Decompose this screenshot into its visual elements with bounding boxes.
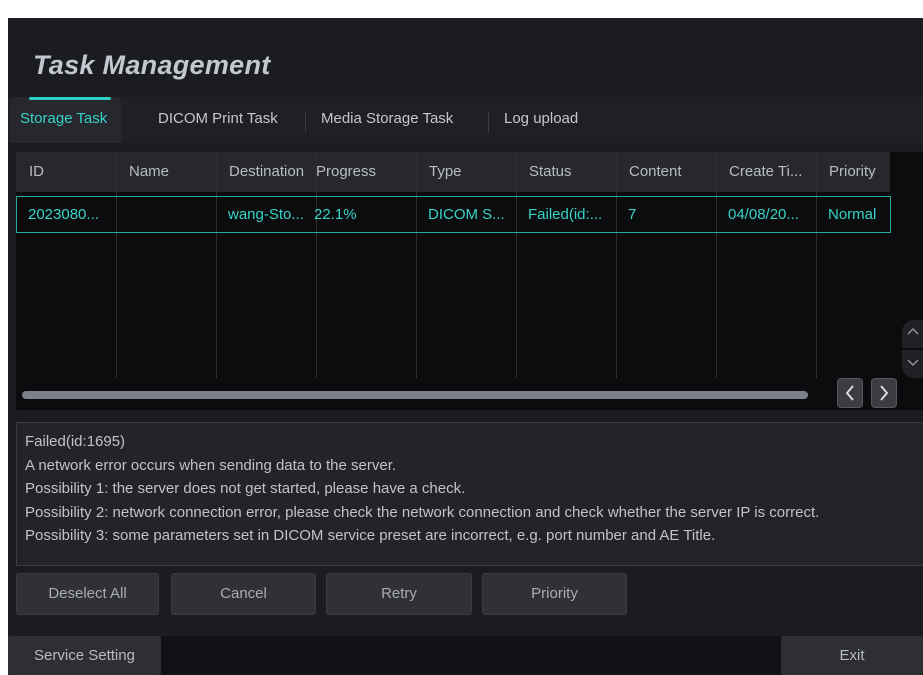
- column-divider: [716, 152, 717, 378]
- table-row[interactable]: 2023080... wang-Sto... 22.1% DICOM S... …: [16, 196, 891, 233]
- tab-log-upload[interactable]: Log upload: [504, 97, 578, 143]
- chevron-right-icon: [880, 385, 889, 401]
- column-header-type[interactable]: Type: [416, 152, 516, 192]
- cancel-button[interactable]: Cancel: [171, 573, 316, 615]
- column-divider: [516, 152, 517, 378]
- horizontal-scrollbar[interactable]: [22, 391, 808, 399]
- column-header-priority[interactable]: Priority: [816, 152, 891, 192]
- column-divider: [416, 152, 417, 378]
- column-divider: [816, 152, 817, 378]
- tab-bar: Storage Task DICOM Print Task Media Stor…: [8, 97, 923, 143]
- message-line: A network error occurs when sending data…: [25, 456, 397, 474]
- tab-storage-task[interactable]: Storage Task: [10, 97, 123, 143]
- column-header-id[interactable]: ID: [16, 152, 116, 192]
- task-table: ID Name Destination Progress Type Status…: [16, 152, 923, 410]
- chevron-left-icon: [845, 385, 854, 401]
- column-header-name[interactable]: Name: [116, 152, 216, 192]
- previous-page-button[interactable]: [837, 378, 863, 408]
- deselect-all-button[interactable]: Deselect All: [16, 573, 159, 615]
- message-line: Possibility 2: network connection error,…: [25, 503, 820, 521]
- cell-destination: wang-Sto...: [228, 206, 304, 223]
- task-error-message: Failed(id:1695) A network error occurs w…: [16, 422, 923, 566]
- column-divider: [116, 152, 117, 378]
- task-management-window: Task Management Storage Task DICOM Print…: [8, 18, 923, 675]
- window-title: Task Management: [33, 50, 271, 80]
- message-line: Possibility 3: some parameters set in DI…: [25, 527, 716, 544]
- cell-progress: 22.1%: [314, 206, 357, 223]
- cell-content: 7: [628, 206, 637, 223]
- column-divider: [616, 152, 617, 378]
- message-line: Possibility 1: the server does not get s…: [25, 480, 466, 497]
- cell-create-time: 04/08/20...: [728, 206, 799, 223]
- column-header-destination[interactable]: Destination: [216, 152, 316, 192]
- tab-divider: [488, 111, 489, 133]
- tab-label: Storage Task: [20, 110, 108, 127]
- column-header-status[interactable]: Status: [516, 152, 616, 192]
- cell-status: Failed(id:...: [528, 206, 603, 223]
- service-setting-button[interactable]: Service Setting: [8, 636, 161, 675]
- tab-media-storage-task[interactable]: Media Storage Task: [321, 97, 453, 143]
- scroll-up-button[interactable]: [902, 320, 923, 348]
- tab-divider: [305, 111, 306, 133]
- exit-button[interactable]: Exit: [781, 636, 923, 675]
- tab-dicom-print-task[interactable]: DICOM Print Task: [158, 97, 278, 143]
- priority-button[interactable]: Priority: [482, 573, 627, 615]
- footer-bar: Service Setting Exit: [8, 636, 923, 675]
- chevron-up-icon: [906, 327, 919, 335]
- active-tab-indicator: [29, 97, 111, 100]
- column-header-create-time[interactable]: Create Ti...: [716, 152, 816, 192]
- message-line: Failed(id:1695): [25, 433, 126, 450]
- cell-name: [117, 197, 217, 232]
- column-divider: [216, 152, 217, 378]
- column-header-progress[interactable]: Progress: [303, 152, 403, 192]
- retry-button[interactable]: Retry: [326, 573, 472, 615]
- cell-type: DICOM S...: [428, 206, 505, 223]
- scroll-down-button[interactable]: [902, 350, 923, 378]
- cell-priority: Normal: [828, 206, 877, 223]
- cell-id: 2023080...: [28, 206, 99, 223]
- chevron-down-icon: [906, 359, 919, 367]
- column-header-content[interactable]: Content: [616, 152, 716, 192]
- column-divider: [316, 152, 317, 378]
- table-header: ID Name Destination Progress Type Status…: [16, 152, 890, 192]
- next-page-button[interactable]: [871, 378, 897, 408]
